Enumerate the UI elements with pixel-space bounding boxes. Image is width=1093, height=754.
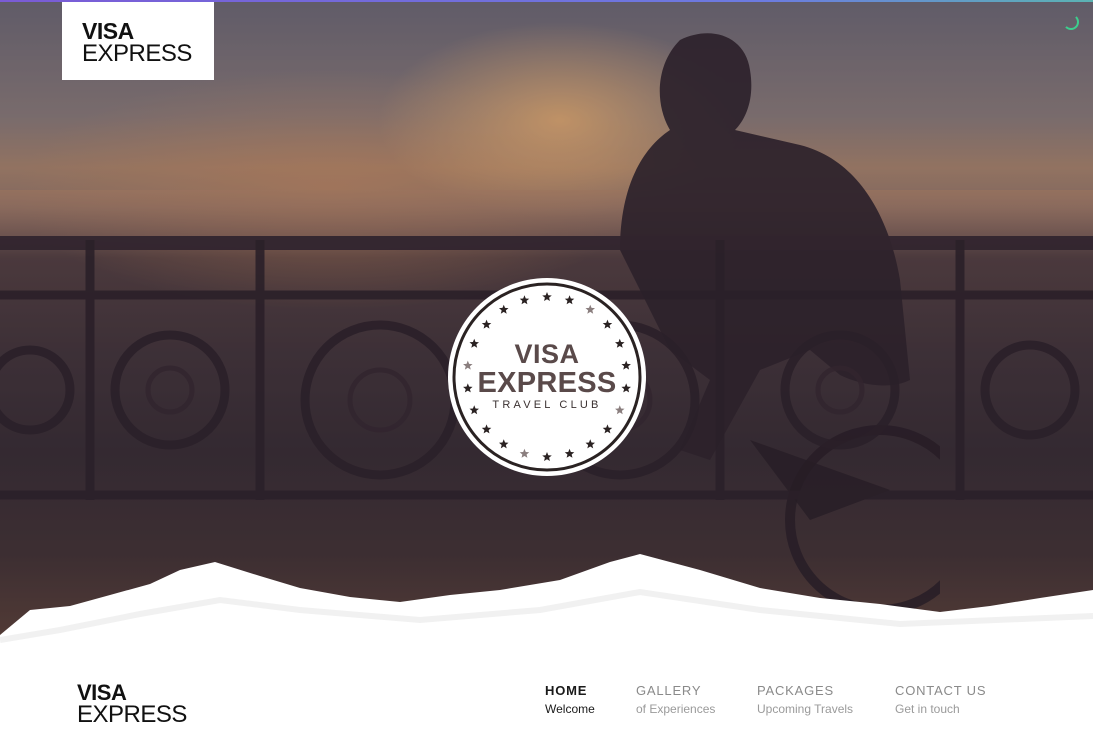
nav-item-gallery[interactable]: GALLERY of Experiences <box>636 683 715 716</box>
badge-title-line-1: VISA <box>514 339 580 369</box>
travel-club-badge: VISA EXPRESS TRAVEL CLUB <box>447 277 647 477</box>
nav-item-contact-us[interactable]: CONTACT US Get in touch <box>895 683 986 716</box>
nav-title: HOME <box>545 683 588 698</box>
loading-spinner-icon <box>1063 14 1079 30</box>
paint-stroke-divider <box>0 554 1093 645</box>
logo-line-2: EXPRESS <box>77 701 187 728</box>
nav-item-home[interactable]: HOME Welcome <box>545 683 595 716</box>
nav-subtitle: of Experiences <box>636 702 716 716</box>
header-logo[interactable]: VISA EXPRESS <box>62 2 214 80</box>
nav-item-packages[interactable]: PACKAGES Upcoming Travels <box>757 683 853 716</box>
nav-subtitle: Upcoming Travels <box>757 702 854 716</box>
nav-title: CONTACT US <box>895 683 987 698</box>
nav-subtitle: Welcome <box>545 702 595 716</box>
logo-line-2: EXPRESS <box>82 40 192 67</box>
main-navbar: VISA EXPRESS HOME Welcome GALLERY of Exp… <box>0 645 1093 754</box>
nav-title: GALLERY <box>636 683 702 698</box>
nav-title: PACKAGES <box>757 683 834 698</box>
nav-subtitle: Get in touch <box>895 702 960 716</box>
top-accent-line <box>0 0 1093 2</box>
navbar-logo[interactable]: VISA EXPRESS <box>77 682 187 727</box>
badge-subtitle: TRAVEL CLUB <box>492 399 602 411</box>
badge-title-line-2: EXPRESS <box>477 367 617 399</box>
header-logo-text: VISA EXPRESS <box>82 20 192 66</box>
